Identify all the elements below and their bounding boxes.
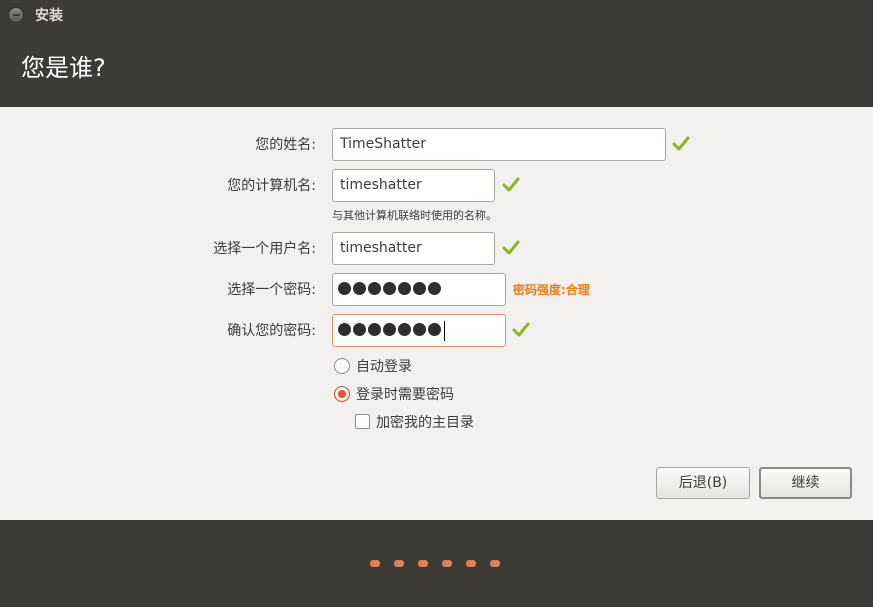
title-bar: 安装: [0, 0, 873, 32]
encrypt-home-checkbox[interactable]: [355, 414, 370, 429]
name-label: 您的姓名:: [255, 137, 316, 153]
password-dot: [353, 282, 366, 295]
progress-step: [442, 560, 452, 567]
check-icon: [672, 136, 690, 151]
password-dot: [353, 323, 366, 336]
computer-name-label: 您的计算机名:: [227, 178, 316, 194]
encrypt-home-label[interactable]: 加密我的主目录: [376, 413, 474, 433]
username-label: 选择一个用户名:: [213, 241, 316, 257]
password-dot: [413, 282, 426, 295]
password-label: 选择一个密码:: [227, 282, 316, 298]
computer-name-hint: 与其他计算机联络时使用的名称。: [332, 209, 497, 222]
name-field[interactable]: TimeShatter: [332, 128, 666, 161]
progress-step: [490, 560, 500, 567]
confirm-password-mask: [338, 323, 441, 336]
check-icon: [502, 240, 520, 255]
progress-step: [466, 560, 476, 567]
password-strength: 密码强度:合理: [513, 283, 590, 297]
auto-login-label[interactable]: 自动登录: [356, 357, 412, 377]
progress-step: [418, 560, 428, 567]
check-icon: [502, 177, 520, 192]
auto-login-radio[interactable]: [334, 358, 350, 374]
password-dot: [428, 282, 441, 295]
password-mask: [338, 282, 441, 295]
password-dot: [428, 323, 441, 336]
window-title: 安装: [35, 8, 63, 24]
password-dot: [398, 282, 411, 295]
close-icon[interactable]: [8, 7, 24, 23]
page-header: 您是谁?: [0, 32, 873, 107]
password-dot: [383, 323, 396, 336]
progress-step: [394, 560, 404, 567]
text-caret: [444, 321, 445, 341]
password-dot: [398, 323, 411, 336]
password-dot: [383, 282, 396, 295]
require-password-radio[interactable]: [334, 386, 350, 402]
password-dot: [338, 323, 351, 336]
footer-panel: [0, 520, 873, 607]
username-field[interactable]: timeshatter: [332, 232, 495, 265]
password-dot: [413, 323, 426, 336]
continue-button[interactable]: 继续: [759, 467, 852, 499]
confirm-password-label: 确认您的密码:: [227, 323, 316, 339]
back-button[interactable]: 后退(B): [656, 467, 750, 499]
progress-indicator: [370, 560, 500, 567]
check-icon: [512, 322, 530, 337]
computer-name-field[interactable]: timeshatter: [332, 169, 495, 202]
password-dot: [338, 282, 351, 295]
password-dot: [368, 323, 381, 336]
password-dot: [368, 282, 381, 295]
require-password-label[interactable]: 登录时需要密码: [356, 385, 454, 405]
progress-step: [370, 560, 380, 567]
page-title: 您是谁?: [21, 54, 106, 82]
